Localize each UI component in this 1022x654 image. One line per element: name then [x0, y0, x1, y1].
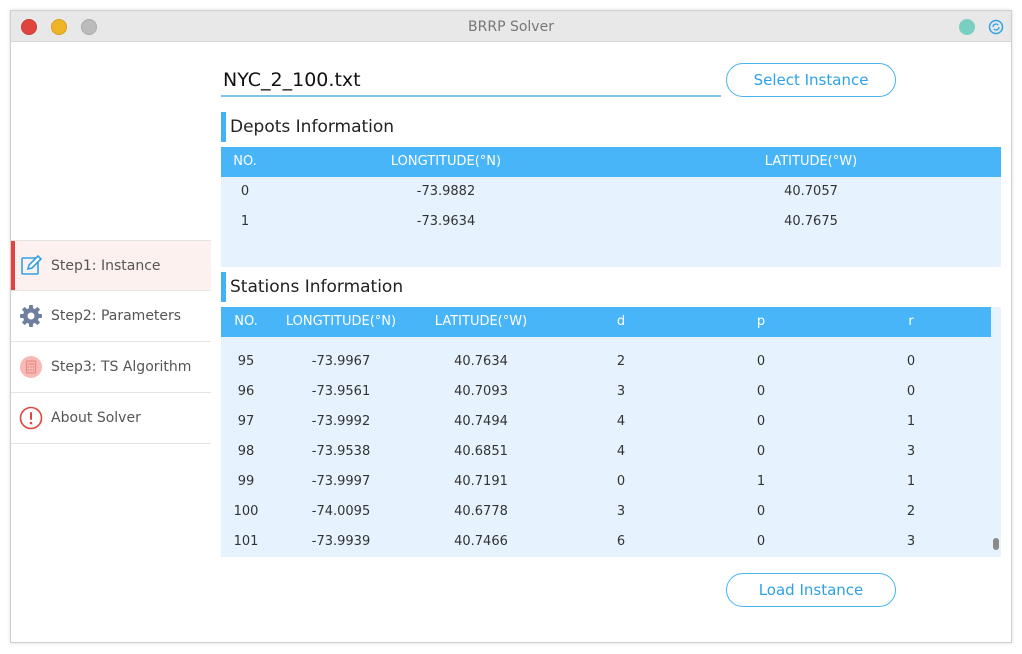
cell-latitude: 40.7093 [454, 384, 508, 399]
cell-p: 0 [756, 534, 766, 549]
sidebar-item-label: About Solver [51, 410, 141, 426]
sidebar-item-parameters[interactable]: Step2: Parameters [11, 291, 211, 342]
cell-d: 3 [616, 384, 626, 399]
cell-longitude: -73.9997 [311, 474, 371, 489]
table-row[interactable]: 101 -73.9939 40.7466 6 0 3 [221, 527, 1001, 557]
cell-no: 96 [237, 384, 255, 399]
cell-longitude: -73.9992 [311, 414, 371, 429]
header-cell-r: r [908, 314, 914, 329]
header-cell-latitude: LATITUDE(°W) [764, 154, 858, 169]
cell-r: 3 [906, 534, 916, 549]
cell-r: 1 [906, 414, 916, 429]
cell-latitude: 40.6851 [454, 444, 508, 459]
cell-longitude: -73.9561 [311, 384, 371, 399]
cell-r: 0 [906, 384, 916, 399]
load-instance-button[interactable]: Load Instance [726, 573, 896, 607]
header-cell-d: d [616, 314, 626, 329]
cell-latitude: 40.7675 [784, 214, 838, 229]
table-row[interactable]: 96 -73.9561 40.7093 3 0 0 [221, 377, 1001, 407]
cell-p: 0 [756, 504, 766, 519]
cell-d: 3 [616, 504, 626, 519]
cell-no: 98 [237, 444, 255, 459]
header-cell-no: NO. [234, 314, 258, 329]
cell-d: 4 [616, 414, 626, 429]
sidebar-item-label: Step2: Parameters [51, 308, 182, 324]
header-cell-no: NO. [233, 154, 257, 169]
cell-longitude: -73.9538 [311, 444, 371, 459]
sidebar-item-instance[interactable]: Step1: Instance [11, 240, 211, 291]
stations-table-header: NO. LONGTITUDE(°N) LATITUDE(°W) d p r [221, 307, 991, 337]
status-dot-icon [959, 19, 975, 35]
table-row[interactable]: 97 -73.9992 40.7494 4 0 1 [221, 407, 1001, 437]
cell-no: 100 [233, 504, 259, 519]
cell-p: 1 [756, 474, 766, 489]
cell-p: 0 [756, 444, 766, 459]
cell-longitude: -73.9634 [416, 214, 476, 229]
cell-latitude: 40.7191 [454, 474, 508, 489]
stations-section-title: Stations Information [221, 272, 403, 302]
cell-d: 0 [616, 474, 626, 489]
table-row[interactable]: 0 -73.9882 40.7057 [221, 177, 1001, 207]
info-circle-icon [19, 406, 43, 430]
cell-no: 0 [240, 184, 250, 199]
table-row[interactable]: 98 -73.9538 40.6851 4 0 3 [221, 437, 1001, 467]
edit-icon [19, 254, 43, 278]
cell-r: 1 [906, 474, 916, 489]
cell-latitude: 40.7466 [454, 534, 508, 549]
select-instance-button[interactable]: Select Instance [726, 63, 896, 97]
sidebar-item-about[interactable]: About Solver [11, 393, 211, 444]
cell-p: 0 [756, 354, 766, 369]
header-cell-longitude: LONGTITUDE(°N) [285, 314, 397, 329]
table-row[interactable]: 100 -74.0095 40.6778 3 0 2 [221, 497, 1001, 527]
cell-p: 0 [756, 384, 766, 399]
cell-longitude: -73.9939 [311, 534, 371, 549]
sidebar-item-ts-algorithm[interactable]: Step3: TS Algorithm [11, 342, 211, 393]
header-cell-longitude: LONGTITUDE(°N) [390, 154, 502, 169]
cell-r: 3 [906, 444, 916, 459]
cell-longitude: -73.9882 [416, 184, 476, 199]
cell-r: 0 [906, 354, 916, 369]
sync-icon[interactable] [988, 19, 1004, 35]
sidebar: Step1: Instance Step2: Parameters Step3:… [11, 240, 211, 444]
scrollbar-thumb[interactable] [993, 538, 999, 550]
gear-icon [19, 304, 43, 328]
window-title: BRRP Solver [468, 19, 554, 35]
cell-d: 6 [616, 534, 626, 549]
calculator-icon [19, 355, 43, 379]
depots-table: NO. LONGTITUDE(°N) LATITUDE(°W) 0 -73.98… [221, 147, 1001, 267]
depots-table-header: NO. LONGTITUDE(°N) LATITUDE(°W) [221, 147, 1001, 177]
table-row[interactable]: 95 -73.9967 40.7634 2 0 0 [221, 347, 1001, 377]
cell-no: 101 [233, 534, 259, 549]
stations-scrollbar[interactable] [992, 307, 1000, 557]
cell-no: 99 [237, 474, 255, 489]
cell-longitude: -73.9967 [311, 354, 371, 369]
table-row[interactable]: 1 -73.9634 40.7675 [221, 207, 1001, 237]
depots-section-title: Depots Information [221, 112, 394, 142]
sidebar-item-label: Step3: TS Algorithm [51, 359, 192, 375]
cell-latitude: 40.7634 [454, 354, 508, 369]
cell-no: 95 [237, 354, 255, 369]
cell-no: 1 [240, 214, 250, 229]
instance-file-input[interactable] [221, 65, 721, 97]
cell-no: 97 [237, 414, 255, 429]
cell-d: 4 [616, 444, 626, 459]
stations-table: NO. LONGTITUDE(°N) LATITUDE(°W) d p r 95… [221, 307, 1001, 557]
cell-latitude: 40.6778 [454, 504, 508, 519]
header-cell-p: p [756, 314, 766, 329]
sidebar-item-label: Step1: Instance [51, 257, 161, 274]
cell-d: 2 [616, 354, 626, 369]
cell-r: 2 [906, 504, 916, 519]
table-row[interactable]: 99 -73.9997 40.7191 0 1 1 [221, 467, 1001, 497]
cell-longitude: -74.0095 [311, 504, 371, 519]
cell-p: 0 [756, 414, 766, 429]
cell-latitude: 40.7057 [784, 184, 838, 199]
cell-latitude: 40.7494 [454, 414, 508, 429]
title-bar: BRRP Solver [11, 11, 1011, 42]
app-window: BRRP Solver Step1: Instance Step2: Param… [10, 10, 1012, 643]
header-cell-latitude: LATITUDE(°W) [434, 314, 528, 329]
